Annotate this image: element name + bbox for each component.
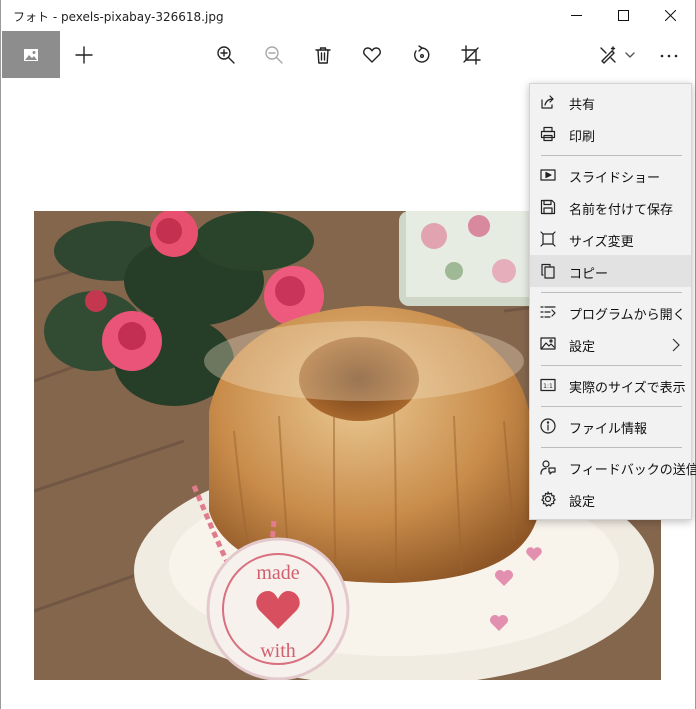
set-as-icon bbox=[540, 336, 556, 352]
menu-item-label: フィードバックの送信 bbox=[569, 463, 696, 478]
menu-item-label: ファイル情報 bbox=[569, 422, 648, 437]
menu-item-copy[interactable]: コピー bbox=[530, 255, 691, 287]
menu-item-file-info[interactable]: ファイル情報 bbox=[530, 410, 691, 442]
toolbar bbox=[1, 31, 695, 78]
delete-button[interactable] bbox=[300, 31, 346, 78]
trash-icon bbox=[315, 46, 331, 64]
open-with-icon bbox=[540, 304, 556, 320]
info-icon bbox=[540, 418, 556, 434]
copy-icon bbox=[540, 263, 556, 279]
close-icon bbox=[664, 10, 676, 21]
chevron-down-icon bbox=[625, 52, 635, 58]
zoom-out-icon bbox=[265, 45, 283, 64]
rotate-button[interactable] bbox=[399, 31, 445, 78]
menu-item-label: サイズ変更 bbox=[569, 235, 634, 250]
plus-icon bbox=[75, 45, 93, 64]
slideshow-icon bbox=[540, 167, 556, 183]
menu-item-label: 名前を付けて保存 bbox=[569, 203, 674, 218]
more-dots-icon bbox=[660, 54, 678, 57]
stamp-text-bottom: with bbox=[260, 640, 296, 662]
share-icon bbox=[540, 94, 556, 110]
zoom-in-button[interactable] bbox=[203, 31, 249, 78]
menu-item-label: 共有 bbox=[569, 98, 596, 113]
favorite-button[interactable] bbox=[349, 31, 395, 78]
menu-item-label: コピー bbox=[569, 267, 609, 282]
zoom-out-button[interactable] bbox=[251, 31, 297, 78]
menu-item-settings[interactable]: 設定 bbox=[530, 483, 691, 515]
photos-app-window: フォト - pexels-pixabay-326618.jpg made wit… bbox=[0, 0, 696, 709]
menu-item-label: 設定 bbox=[569, 495, 596, 510]
print-icon bbox=[540, 126, 556, 142]
menu-item-label: プログラムから開く bbox=[569, 308, 686, 323]
edit-create-button[interactable] bbox=[585, 31, 641, 78]
menu-item-open-with[interactable]: プログラムから開く bbox=[530, 296, 691, 328]
rotate-icon bbox=[414, 44, 430, 63]
menu-item-resize[interactable]: サイズ変更 bbox=[530, 223, 691, 255]
menu-item-label: 実際のサイズで表示 bbox=[569, 381, 686, 396]
menu-separator bbox=[541, 155, 682, 156]
menu-separator bbox=[541, 365, 682, 366]
crop-button[interactable] bbox=[448, 31, 494, 78]
more-options-menu: 共有 印刷 スライドショー 名前を付けて保存 サイズ変更 コピー プログラムから… bbox=[529, 83, 696, 520]
minimize-button[interactable] bbox=[553, 0, 599, 31]
menu-item-print[interactable]: 印刷 bbox=[530, 118, 691, 150]
menu-item-slideshow[interactable]: スライドショー bbox=[530, 159, 691, 191]
menu-item-send-feedback[interactable]: フィードバックの送信 bbox=[530, 451, 696, 483]
menu-separator bbox=[541, 406, 682, 407]
actual-size-icon: 1:1 bbox=[540, 377, 556, 393]
menu-item-share[interactable]: 共有 bbox=[530, 86, 691, 118]
menu-item-save-as[interactable]: 名前を付けて保存 bbox=[530, 191, 691, 223]
picture-icon bbox=[24, 48, 38, 61]
menu-item-actual-size[interactable]: 1:1 実際のサイズで表示 bbox=[530, 369, 691, 401]
menu-separator bbox=[541, 292, 682, 293]
menu-separator bbox=[541, 447, 682, 448]
menu-item-label: 設定 bbox=[569, 340, 596, 355]
maximize-button[interactable] bbox=[600, 0, 646, 31]
add-button[interactable] bbox=[61, 31, 107, 78]
crop-icon bbox=[461, 44, 481, 65]
zoom-in-icon bbox=[217, 45, 235, 64]
svg-text:1:1: 1:1 bbox=[543, 383, 553, 390]
title-bar: フォト - pexels-pixabay-326618.jpg bbox=[1, 0, 695, 31]
minimize-icon bbox=[570, 15, 582, 16]
view-collection-button[interactable] bbox=[2, 31, 60, 78]
stamp-text-top: made bbox=[256, 562, 299, 584]
resize-icon bbox=[540, 231, 556, 247]
maximize-icon bbox=[617, 10, 629, 21]
more-options-button[interactable] bbox=[646, 31, 692, 78]
chevron-right-icon bbox=[671, 337, 681, 352]
window-title: フォト - pexels-pixabay-326618.jpg bbox=[13, 10, 224, 24]
close-button[interactable] bbox=[647, 0, 693, 31]
heart-icon bbox=[363, 46, 381, 63]
menu-item-label: スライドショー bbox=[569, 171, 661, 186]
feedback-icon bbox=[540, 459, 556, 475]
edit-tools-icon bbox=[600, 45, 616, 64]
settings-gear-icon bbox=[540, 491, 556, 507]
menu-item-label: 印刷 bbox=[569, 130, 596, 145]
menu-item-set-as[interactable]: 設定 bbox=[530, 328, 691, 360]
save-icon bbox=[540, 199, 556, 215]
